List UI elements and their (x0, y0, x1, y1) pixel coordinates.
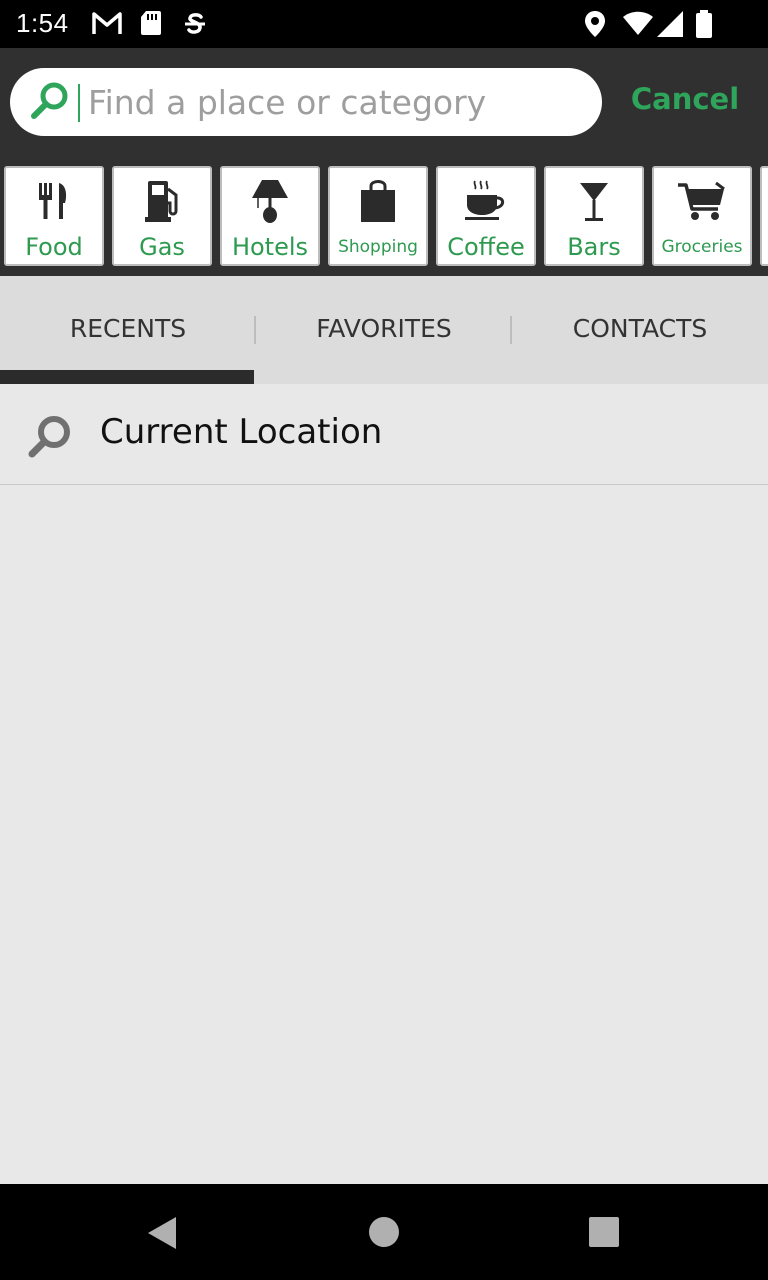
category-label: Hotels (231, 233, 309, 261)
status-time: 1:54 (16, 8, 69, 38)
sd-card-icon (141, 11, 161, 35)
back-icon[interactable] (146, 1216, 178, 1250)
tab-contacts[interactable]: CONTACTS (512, 276, 768, 384)
search-box[interactable] (10, 68, 602, 136)
category-label: Groceries (661, 237, 743, 257)
search-icon (31, 82, 68, 119)
tab-recents[interactable]: RECENTS (0, 276, 256, 384)
list-item-current-location[interactable]: Current Location (0, 384, 768, 485)
search-header: Cancel Food (0, 48, 768, 276)
category-coffee[interactable]: Coffee (436, 166, 536, 266)
wifi-icon (623, 11, 653, 35)
tab-bar: RECENTS FAVORITES CONTACTS (0, 276, 768, 384)
text-caret (78, 84, 80, 122)
recents-icon[interactable] (588, 1216, 620, 1248)
lamp-icon (252, 180, 288, 223)
gmail-icon (92, 12, 122, 34)
navigation-bar (0, 1184, 768, 1280)
category-groceries[interactable]: Groceries (652, 166, 752, 266)
cocktail-icon (580, 183, 608, 221)
category-gas[interactable]: Gas (112, 166, 212, 266)
category-label: Food (25, 233, 83, 261)
search-input[interactable] (88, 82, 588, 122)
category-label: Bars (567, 233, 621, 261)
category-more[interactable] (760, 166, 768, 266)
category-food[interactable]: Food (4, 166, 104, 266)
category-hotels[interactable]: Hotels (220, 166, 320, 266)
active-tab-indicator (0, 370, 254, 384)
tab-favorites[interactable]: FAVORITES (256, 276, 512, 384)
shopping-cart-icon (678, 181, 725, 220)
cancel-button[interactable]: Cancel (620, 82, 750, 116)
fork-knife-icon (39, 183, 67, 219)
location-icon (585, 11, 605, 37)
list-item-label: Current Location (100, 412, 383, 452)
category-shopping[interactable]: Shopping (328, 166, 428, 266)
battery-icon (696, 10, 712, 38)
category-row: Food Gas Hotels Shopping Coffee Bars Gro… (0, 166, 768, 266)
sync-icon (185, 13, 205, 34)
category-bars[interactable]: Bars (544, 166, 644, 266)
signal-icon (657, 11, 683, 37)
shopping-bag-icon (361, 180, 395, 222)
status-bar: 1:54 (0, 0, 768, 48)
category-label: Gas (139, 233, 185, 261)
category-label: Shopping (338, 237, 418, 257)
coffee-cup-icon (465, 180, 505, 220)
home-icon[interactable] (368, 1216, 400, 1248)
search-icon (28, 416, 70, 458)
gas-pump-icon (145, 181, 178, 222)
category-label: Coffee (447, 233, 525, 261)
